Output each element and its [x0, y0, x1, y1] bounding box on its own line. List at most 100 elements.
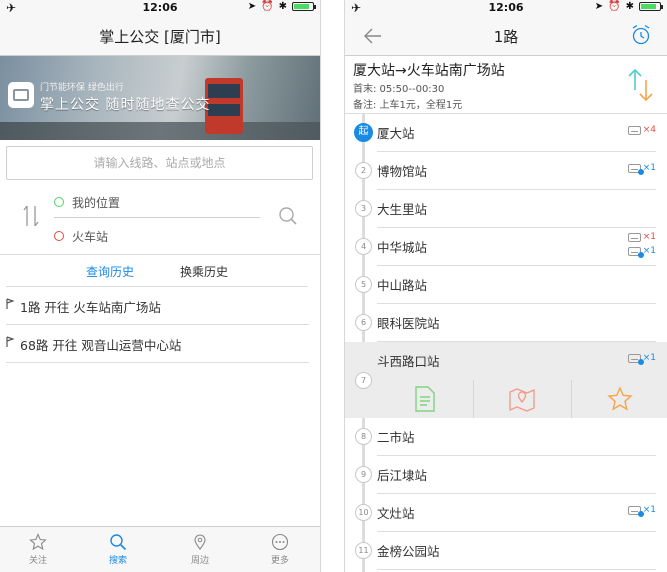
bus-count-item: ×1: [627, 163, 656, 175]
status-right: ➤ ⏰ ✱: [247, 1, 316, 12]
alarm-icon[interactable]: [631, 24, 651, 46]
tab-follow[interactable]: 关注: [18, 533, 58, 566]
pin-icon: [6, 336, 14, 347]
stop-row[interactable]: 7 斗西路口站 ×1: [345, 342, 667, 418]
app-logo-icon: [8, 82, 34, 108]
stop-row[interactable]: 2 博物馆站 ×1: [345, 152, 667, 190]
swap-icon[interactable]: [22, 204, 40, 228]
bluetooth-icon: ✱: [278, 1, 287, 12]
location-arrow-icon: ➤: [247, 1, 257, 12]
bus-icon: [627, 505, 644, 517]
stop-name: 中华城站: [377, 240, 428, 255]
tab-bar: 关注 搜索 周边 更多: [0, 526, 320, 572]
stop-row[interactable]: 3 大生里站: [345, 190, 667, 228]
promo-banner[interactable]: 门节能环保 绿色出行 掌上公交 随时随地查公交: [0, 56, 320, 140]
stop-name: 博物馆站: [377, 164, 428, 179]
stop-map-button[interactable]: [473, 380, 570, 418]
tab-query-history[interactable]: 查询历史: [86, 263, 134, 280]
stop-number: 9: [355, 466, 372, 483]
bus-count-item: ×1: [627, 505, 656, 517]
bus-count: ×4: [627, 125, 656, 135]
status-bar: ✈ 12:06 ➤ ⏰ ✱: [0, 0, 320, 16]
bluetooth-icon: ✱: [625, 1, 634, 12]
stop-name: 厦大站: [377, 126, 415, 141]
stop-row[interactable]: 5 中山路站: [345, 266, 667, 304]
bus-count-item: ×1: [627, 232, 656, 242]
history-item[interactable]: 68路 开往 观音山运营中心站: [0, 325, 320, 363]
bus-count-item: ×4: [627, 125, 656, 135]
from-location-field[interactable]: 我的位置: [54, 188, 260, 218]
tab-label: 关注: [28, 556, 47, 566]
bus-count: ×1 ×1: [627, 232, 656, 258]
stop-row[interactable]: 11 金榜公园站: [345, 532, 667, 570]
search-input[interactable]: 请输入线路、站点或地点: [6, 146, 313, 180]
left-screen: ✈ 12:06 ➤ ⏰ ✱ 掌上公交 [厦门市] 门节能环保 绿色出行 掌上公交…: [0, 0, 321, 572]
banner-slogan: 掌上公交 随时随地查公交: [40, 97, 211, 113]
map-icon: [509, 388, 536, 412]
status-right: ➤ ⏰ ✱: [594, 1, 663, 12]
route-search-icon[interactable]: [278, 206, 298, 226]
stop-name: 斗西路口站: [377, 354, 440, 369]
star-icon: [29, 533, 47, 551]
stop-row[interactable]: 6 眼科医院站: [345, 304, 667, 342]
alarm-clock-icon: ⏰: [261, 1, 274, 12]
favorite-button[interactable]: [570, 380, 667, 418]
alarm-clock-icon: ⏰: [608, 1, 621, 12]
bus-count: ×1: [627, 505, 656, 517]
bus-count-text: ×1: [642, 505, 656, 515]
search-icon: [110, 534, 127, 551]
history-item-text: 68路 开往 观音山运营中心站: [20, 338, 182, 353]
origin-dot-icon: [54, 197, 64, 207]
bus-icon: [627, 246, 644, 258]
stop-row[interactable]: 4 中华城站 ×1 ×1: [345, 228, 667, 266]
stop-row[interactable]: 8 二市站: [345, 418, 667, 456]
bus-count: ×1: [627, 163, 656, 175]
stop-name: 文灶站: [377, 506, 415, 521]
document-icon: [415, 386, 435, 412]
screen-gap: [321, 0, 344, 572]
reverse-direction-icon[interactable]: [626, 66, 656, 104]
stop-number: 4: [355, 238, 372, 255]
stop-row[interactable]: 10 文灶站 ×1: [345, 494, 667, 532]
divider: [0, 254, 320, 255]
route-planner: 我的位置 火车站: [0, 186, 320, 254]
tab-transfer-history[interactable]: 换乘历史: [180, 263, 228, 280]
banner-tagline: 门节能环保 绿色出行: [40, 83, 124, 93]
stop-number: 7: [355, 372, 372, 389]
stop-number: 5: [355, 276, 372, 293]
service-hours: 首末: 05:50--00:30: [353, 84, 445, 95]
history-item[interactable]: 1路 开往 火车站南广场站: [0, 287, 320, 325]
stop-row[interactable]: 9 后江埭站: [345, 456, 667, 494]
page-title: 掌上公交 [厦门市]: [99, 28, 221, 46]
bus-count-item: ×1: [627, 246, 656, 258]
history-item-text: 1路 开往 火车站南广场站: [20, 300, 161, 315]
tab-search[interactable]: 搜索: [98, 533, 138, 566]
location-pin-icon: [194, 534, 206, 550]
stop-number: 起: [354, 123, 373, 142]
tab-more[interactable]: 更多: [260, 533, 300, 566]
tab-label: 周边: [190, 556, 209, 566]
right-screen: ✈ 12:06 ➤ ⏰ ✱ 1路 厦大站→火车站南广场站 首末: 05:50--…: [344, 0, 667, 572]
tab-label: 更多: [270, 556, 289, 566]
page-title: 1路: [493, 28, 519, 46]
stop-number: 2: [355, 162, 372, 179]
line-direction: 厦大站→火车站南广场站: [353, 63, 505, 79]
tab-nearby[interactable]: 周边: [180, 533, 220, 566]
nav-bar: 1路: [345, 16, 667, 56]
location-arrow-icon: ➤: [594, 1, 604, 12]
stop-name: 金榜公园站: [377, 544, 440, 559]
bus-icon: [627, 163, 644, 175]
from-location-text: 我的位置: [72, 196, 121, 210]
bus-count-text: ×1: [642, 353, 656, 363]
stop-name: 大生里站: [377, 202, 428, 217]
bus-icon: [627, 232, 641, 242]
stop-name: 中山路站: [377, 278, 428, 293]
to-location-text: 火车站: [72, 230, 109, 244]
stop-row[interactable]: 起厦大站 ×4: [345, 114, 667, 152]
star-icon: [607, 386, 633, 411]
bus-count-text: ×1: [642, 246, 656, 256]
stop-detail-button[interactable]: [377, 380, 473, 418]
stop-number: 10: [355, 504, 372, 521]
to-location-field[interactable]: 火车站: [54, 222, 260, 252]
tab-label: 搜索: [108, 556, 127, 566]
